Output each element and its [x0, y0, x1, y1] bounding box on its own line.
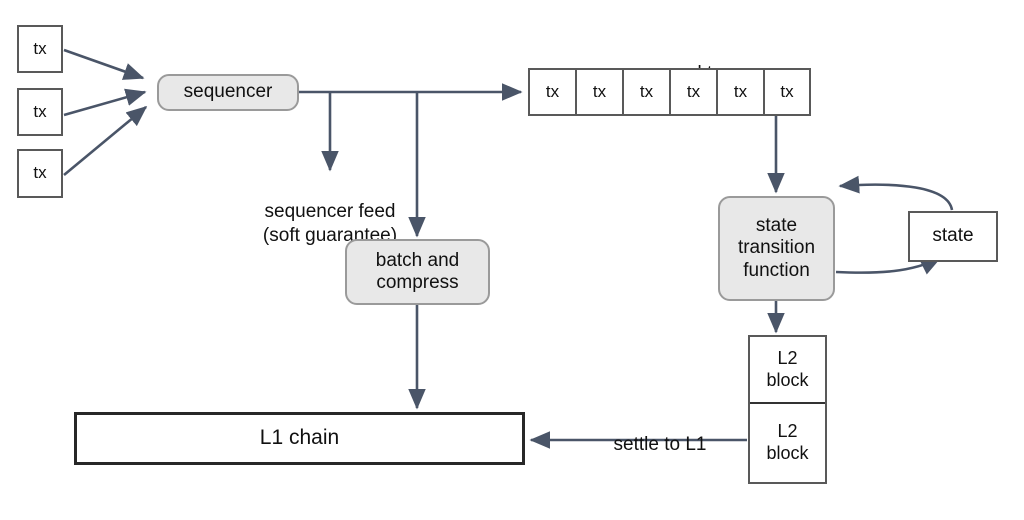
l2-block: L2 block [750, 337, 825, 405]
sequenced-tx-cell-label: tx [592, 82, 607, 101]
sequenced-tx-cell: tx [671, 70, 718, 114]
sequenced-tx-cell-label: tx [686, 82, 701, 101]
tx-box-3-label: tx [33, 163, 47, 183]
l2-block-label: L2 block [766, 347, 809, 390]
tx-box-2: tx [17, 88, 63, 136]
tx-box-3: tx [17, 149, 63, 198]
sequenced-tx-cell: tx [718, 70, 765, 114]
sequencer-feed-label: sequencer feed (soft guarantee) [190, 176, 470, 247]
edge-tx3-to-sequencer [63, 105, 148, 177]
state-label: state [932, 225, 974, 247]
edge-tx1-to-sequencer [63, 48, 145, 80]
l2-block: L2 block [750, 404, 825, 482]
l2-block-label: L2 block [766, 421, 809, 464]
sequenced-tx-cell-label: tx [545, 82, 560, 101]
batch-and-compress-node: batch and compress [345, 239, 490, 305]
tx-box-1-label: tx [33, 38, 47, 58]
sequenced-tx-cell: tx [765, 70, 809, 114]
sequenced-tx-cell: tx [577, 70, 624, 114]
settle-to-l1-label: settle to L1 [575, 409, 745, 457]
l2-block-stack: L2 block L2 block [748, 335, 827, 484]
tx-box-2-label: tx [33, 101, 47, 121]
sequenced-tx-cell-label: tx [639, 82, 654, 101]
sequenced-tx-cell: tx [530, 70, 577, 114]
settle-to-l1-text: settle to L1 [613, 433, 707, 455]
batch-and-compress-label: batch and compress [375, 249, 460, 293]
diagram-canvas: tx tx tx sequencer sequencer feed (soft … [0, 0, 1024, 520]
sequenced-txs-strip: tx tx tx tx tx tx [528, 68, 811, 116]
sequencer-node: sequencer [157, 74, 299, 111]
state-transition-function-node: state transition function [718, 196, 835, 301]
sequencer-label: sequencer [183, 81, 273, 103]
l1-chain-label: L1 chain [259, 426, 340, 450]
sequenced-tx-cell-label: tx [733, 82, 748, 101]
state-transition-function-label: state transition function [737, 214, 816, 281]
l1-chain-node: L1 chain [74, 412, 525, 465]
state-node: state [908, 211, 998, 262]
tx-box-1: tx [17, 25, 63, 73]
sequenced-tx-cell: tx [624, 70, 671, 114]
edge-tx2-to-sequencer [63, 88, 147, 117]
edge-state-to-stf [838, 175, 954, 211]
sequenced-tx-cell-label: tx [780, 82, 794, 101]
